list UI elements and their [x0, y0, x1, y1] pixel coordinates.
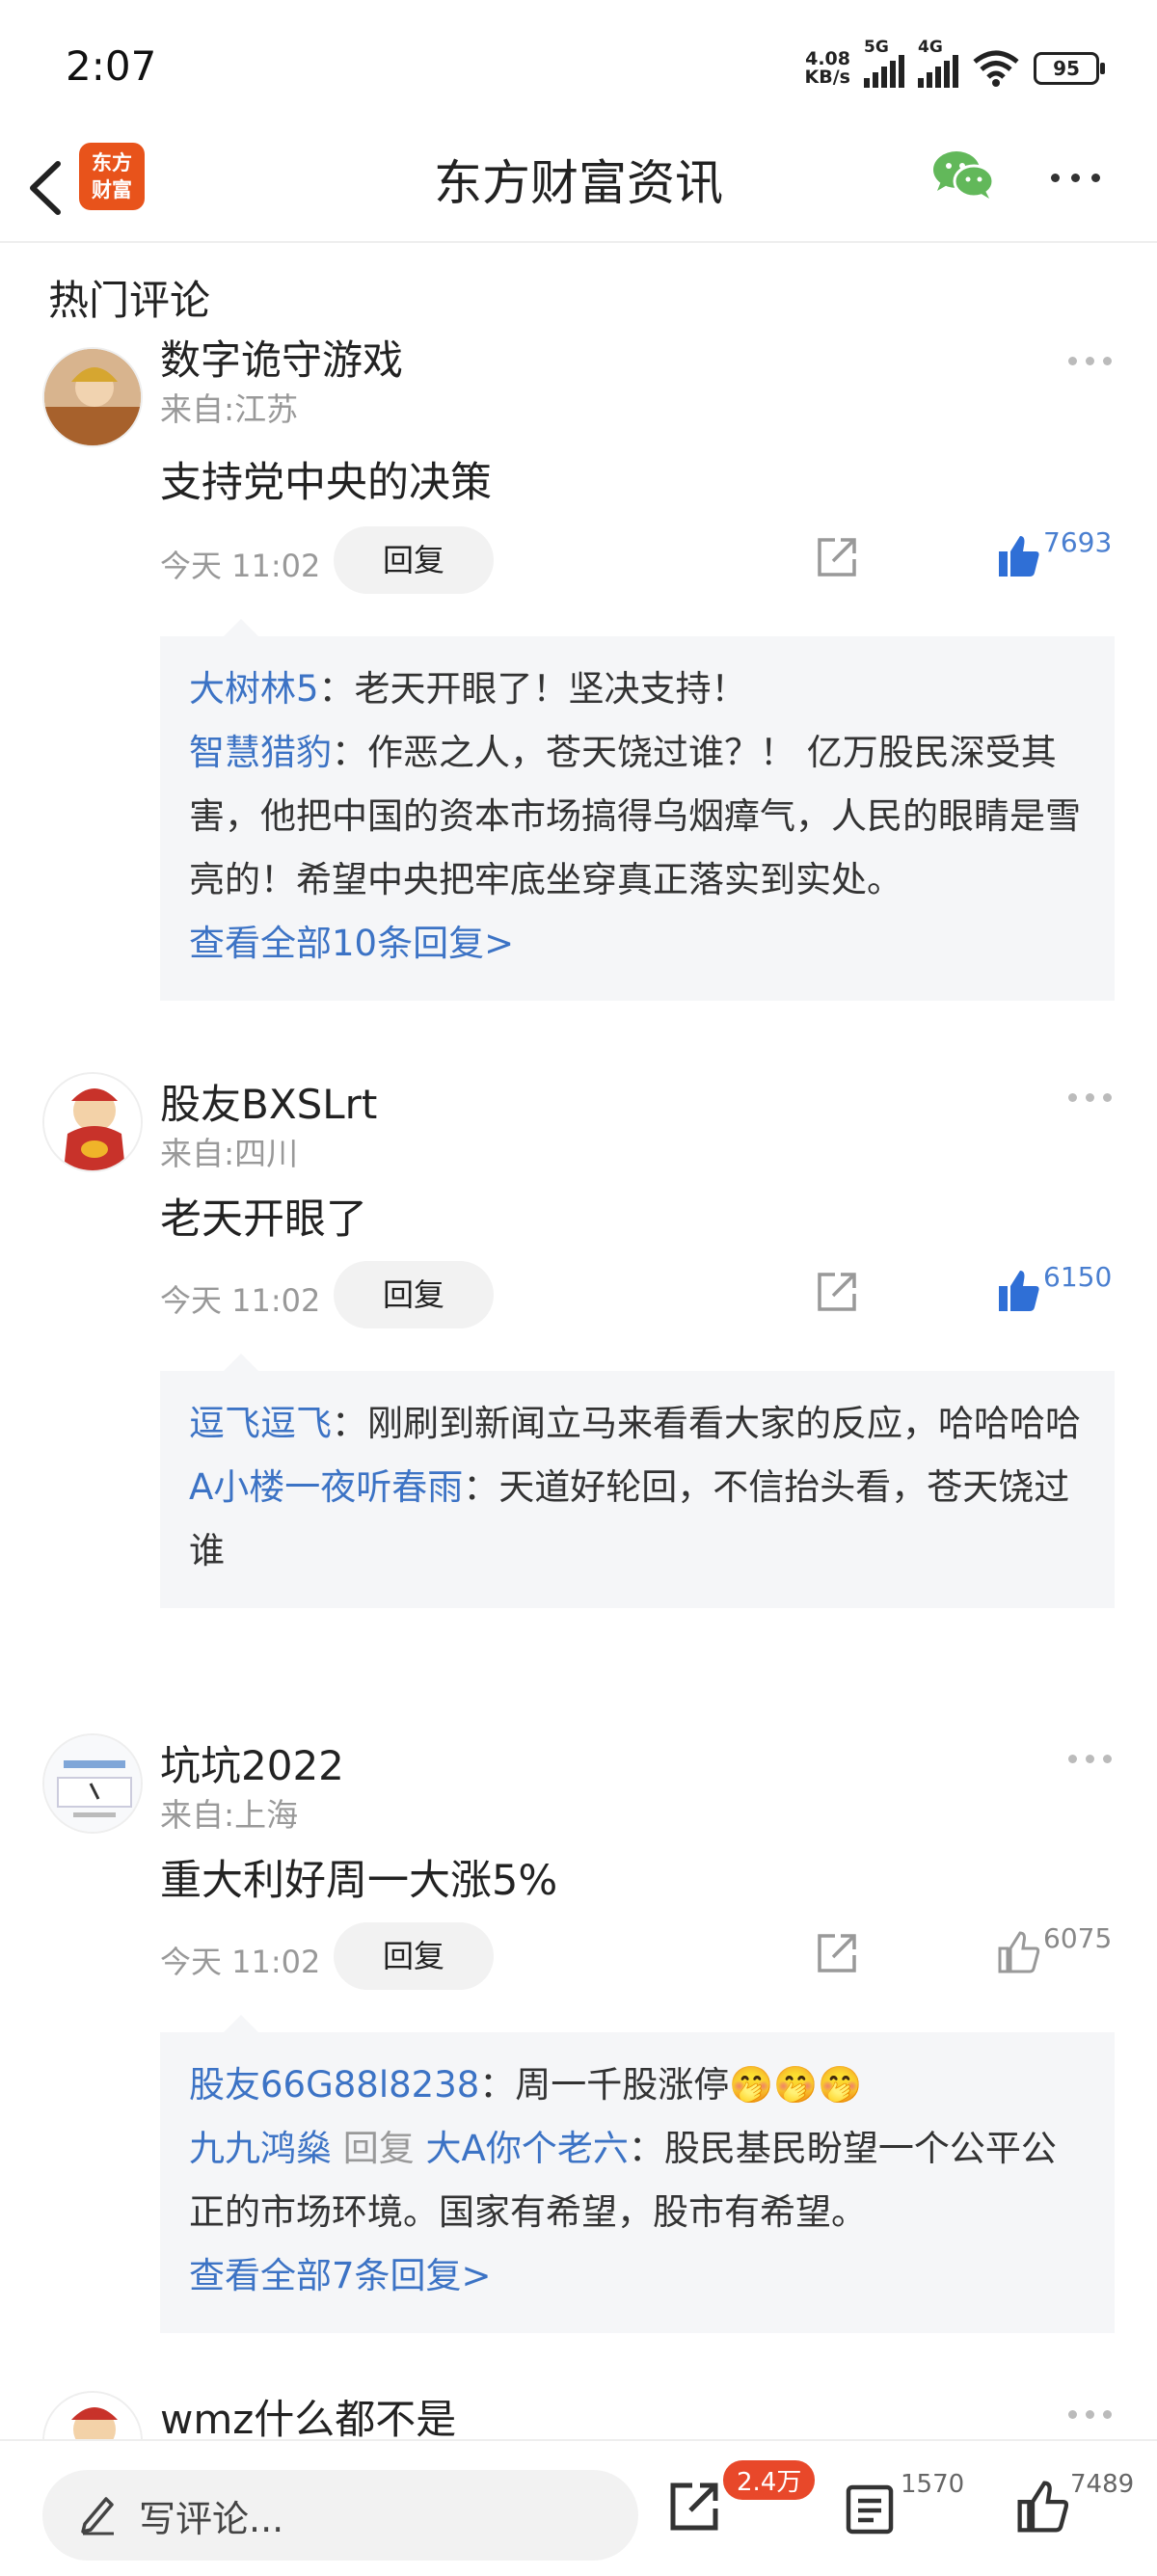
reply-text: ：周一千股涨停🤭🤭🤭	[479, 2064, 863, 2106]
thumbs-up-icon[interactable]	[997, 1269, 1041, 1313]
reply-button[interactable]: 回复	[334, 1261, 494, 1328]
avatar-image	[44, 1074, 141, 1170]
comment-list: 数字诡守游戏 来自:江苏 支持党中央的决策 今天 11:02 回复 7693 大…	[0, 337, 1157, 2439]
avatar[interactable]	[42, 347, 143, 447]
comment-username[interactable]: 数字诡守游戏	[160, 337, 403, 387]
thumbs-up-icon[interactable]	[1016, 2480, 1070, 2534]
comment-location: 来自:四川	[160, 1135, 299, 1172]
comment-location: 来自:江苏	[160, 390, 299, 428]
avatar-image	[44, 1735, 141, 1832]
comment-count: 1570	[901, 2470, 965, 2499]
status-icons: 4.08 KB/s 5G 4G 95	[804, 38, 1105, 93]
reply-button[interactable]: 回复	[334, 526, 494, 594]
reply-item: 九九鸿燊 回复 大A你个老六：股民基民盼望一个公平公正的市场环境。国家有希望，股…	[189, 2117, 1088, 2244]
reply-username[interactable]: 智慧猎豹	[189, 732, 332, 773]
reply-username[interactable]: 股友66G88l8238	[189, 2064, 479, 2106]
battery-icon: 95	[1034, 52, 1105, 85]
comment-more-icon[interactable]	[1068, 1755, 1112, 1763]
wifi-icon	[973, 50, 1019, 87]
comment-time: 今天 11:02	[160, 548, 321, 584]
signal-4g-icon: 4G	[918, 38, 958, 88]
share-count-badge: 2.4万	[723, 2460, 816, 2500]
signal-5g-icon: 5G	[864, 38, 904, 88]
reply-item: 逗飞逗飞：刚刷到新闻立马来看看大家的反应，哈哈哈哈	[189, 1392, 1088, 1456]
reply-username[interactable]: 九九鸿燊	[189, 2128, 332, 2169]
comment-time: 今天 11:02	[160, 1282, 321, 1319]
avatar-image	[44, 2393, 141, 2439]
bottom-action-bar: 写评论... 2.4万 1570 7489	[0, 2439, 1157, 2576]
wechat-share-icon[interactable]	[931, 148, 995, 202]
avatar-image	[44, 349, 141, 445]
reply-thread: 股友66G88l8238：周一千股涨停🤭🤭🤭 九九鸿燊 回复 大A你个老六：股民…	[160, 2015, 1115, 2333]
thumbs-up-outline-icon[interactable]	[997, 1930, 1041, 1974]
view-all-replies-link[interactable]: 查看全部7条回复>	[189, 2244, 1088, 2308]
reply-text: ：老天开眼了！坚决支持！	[318, 668, 747, 710]
comment-time: 今天 11:02	[160, 1944, 321, 1980]
avatar[interactable]	[42, 1733, 143, 1834]
view-all-replies-link[interactable]: 查看全部10条回复>	[189, 912, 1088, 976]
comment-more-icon[interactable]	[1068, 2410, 1112, 2419]
reply-thread: 逗飞逗飞：刚刷到新闻立马来看看大家的反应，哈哈哈哈 A小楼一夜听春雨：天道好轮回…	[160, 1354, 1115, 1608]
avatar[interactable]	[42, 2391, 143, 2439]
comment-more-icon[interactable]	[1068, 1093, 1112, 1102]
reply-item: A小楼一夜听春雨：天道好轮回，不信抬头看，苍天饶过谁	[189, 1456, 1088, 1583]
reply-item: 智慧猎豹：作恶之人，苍天饶过谁？！ 亿万股民深受其害，他把中国的资本市场搞得乌烟…	[189, 721, 1088, 912]
like-count: 6075	[1043, 1922, 1113, 1954]
network-speed: 4.08 KB/s	[804, 48, 850, 88]
comment-text: 支持党中央的决策	[160, 459, 492, 507]
comment-more-icon[interactable]	[1068, 357, 1112, 365]
hot-comments-heading: 热门评论	[48, 277, 211, 324]
reply-text: ：刚刷到新闻立马来看看大家的反应，哈哈哈哈	[332, 1403, 1081, 1444]
comment-input-placeholder: 写评论...	[139, 2498, 284, 2540]
comment-text: 老天开眼了	[160, 1195, 367, 1244]
pencil-icon	[81, 2497, 114, 2536]
comment-username[interactable]: wmz什么都不是	[160, 2387, 456, 2439]
share-icon[interactable]	[816, 1271, 858, 1313]
reply-thread: 大树林5：老天开眼了！坚决支持！ 智慧猎豹：作恶之人，苍天饶过谁？！ 亿万股民深…	[160, 619, 1115, 1001]
comment-username[interactable]: 股友BXSLrt	[160, 1072, 377, 1131]
reply-item: 股友66G88l8238：周一千股涨停🤭🤭🤭	[189, 2053, 1088, 2117]
reply-username[interactable]: A小楼一夜听春雨	[189, 1466, 463, 1508]
reply-username[interactable]: 大树林5	[189, 668, 319, 710]
thumbs-up-icon[interactable]	[997, 534, 1041, 578]
comments-list-icon[interactable]	[845, 2483, 895, 2536]
reply-item: 大树林5：老天开眼了！坚决支持！	[189, 657, 1088, 721]
reply-button[interactable]: 回复	[334, 1922, 494, 1990]
top-nav: 东方 财富 东方财富资讯	[0, 135, 1157, 243]
like-count: 7693	[1043, 526, 1113, 558]
avatar[interactable]	[42, 1072, 143, 1172]
comment-username[interactable]: 坑坑2022	[160, 1733, 344, 1792]
comment-text: 重大利好周一大涨5%	[160, 1857, 558, 1905]
more-options-icon[interactable]	[1051, 174, 1100, 182]
reply-target-username[interactable]: 大A你个老六	[426, 2128, 629, 2169]
status-bar: 2:07 4.08 KB/s 5G 4G 95	[0, 0, 1157, 135]
share-icon[interactable]	[816, 536, 858, 578]
reply-to-label: 回复	[332, 2128, 426, 2169]
article-like-count: 7489	[1070, 2470, 1135, 2499]
like-count: 6150	[1043, 1261, 1113, 1293]
share-icon[interactable]	[667, 2480, 721, 2534]
reply-username[interactable]: 逗飞逗飞	[189, 1403, 332, 1444]
status-time: 2:07	[66, 42, 157, 90]
share-icon[interactable]	[816, 1932, 858, 1974]
comment-location: 来自:上海	[160, 1796, 299, 1834]
comment-input[interactable]: 写评论...	[42, 2470, 638, 2561]
